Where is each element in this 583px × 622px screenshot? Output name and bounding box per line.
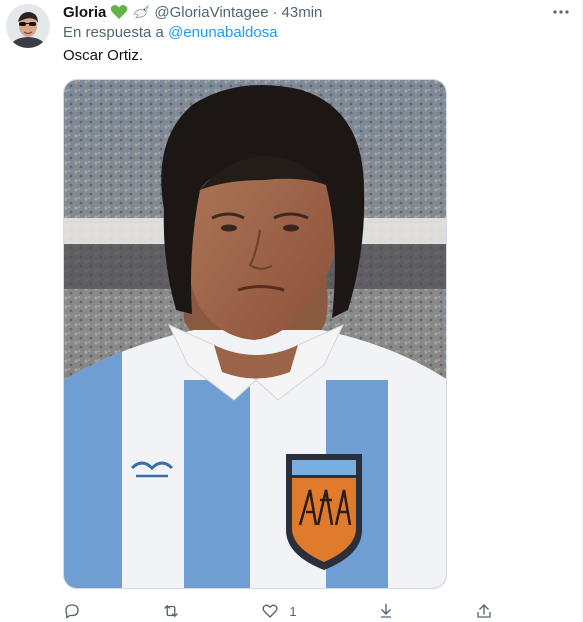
like-button[interactable]: 1 — [261, 602, 297, 620]
reply-context: En respuesta a @enunabaldosa — [63, 24, 278, 41]
reply-prefix: En respuesta a — [63, 24, 164, 41]
share-button[interactable] — [377, 602, 395, 620]
reply-mention-link[interactable]: @enunabaldosa — [168, 24, 277, 41]
reply-icon — [65, 604, 79, 619]
tweet-text: Oscar Ortiz. — [63, 47, 144, 64]
user-handle[interactable]: @GloriaVintagee — [154, 4, 268, 21]
retweet-icon — [164, 605, 178, 617]
more-icon — [553, 10, 569, 14]
upload-icon — [477, 604, 491, 618]
dove-icon — [132, 4, 150, 20]
tweet[interactable]: Gloria @GloriaVintagee · 43min En respue… — [0, 0, 582, 622]
green-heart-icon — [110, 4, 128, 20]
heart-outline-icon — [262, 604, 278, 618]
retweet-button[interactable] — [161, 602, 181, 620]
display-name[interactable]: Gloria — [63, 4, 106, 21]
reply-button[interactable] — [63, 602, 81, 620]
timestamp[interactable]: 43min — [282, 4, 323, 21]
avatar[interactable] — [6, 4, 50, 48]
share-icon — [380, 603, 391, 618]
separator-dot: · — [272, 3, 278, 21]
tweet-actions: 1 — [63, 601, 493, 621]
upload-button[interactable] — [475, 602, 493, 620]
more-options-button[interactable] — [550, 2, 572, 22]
like-count: 1 — [289, 603, 297, 619]
tweet-image[interactable] — [63, 79, 447, 589]
tweet-header: Gloria @GloriaVintagee · 43min — [63, 2, 322, 22]
football-player-photo — [64, 80, 446, 588]
